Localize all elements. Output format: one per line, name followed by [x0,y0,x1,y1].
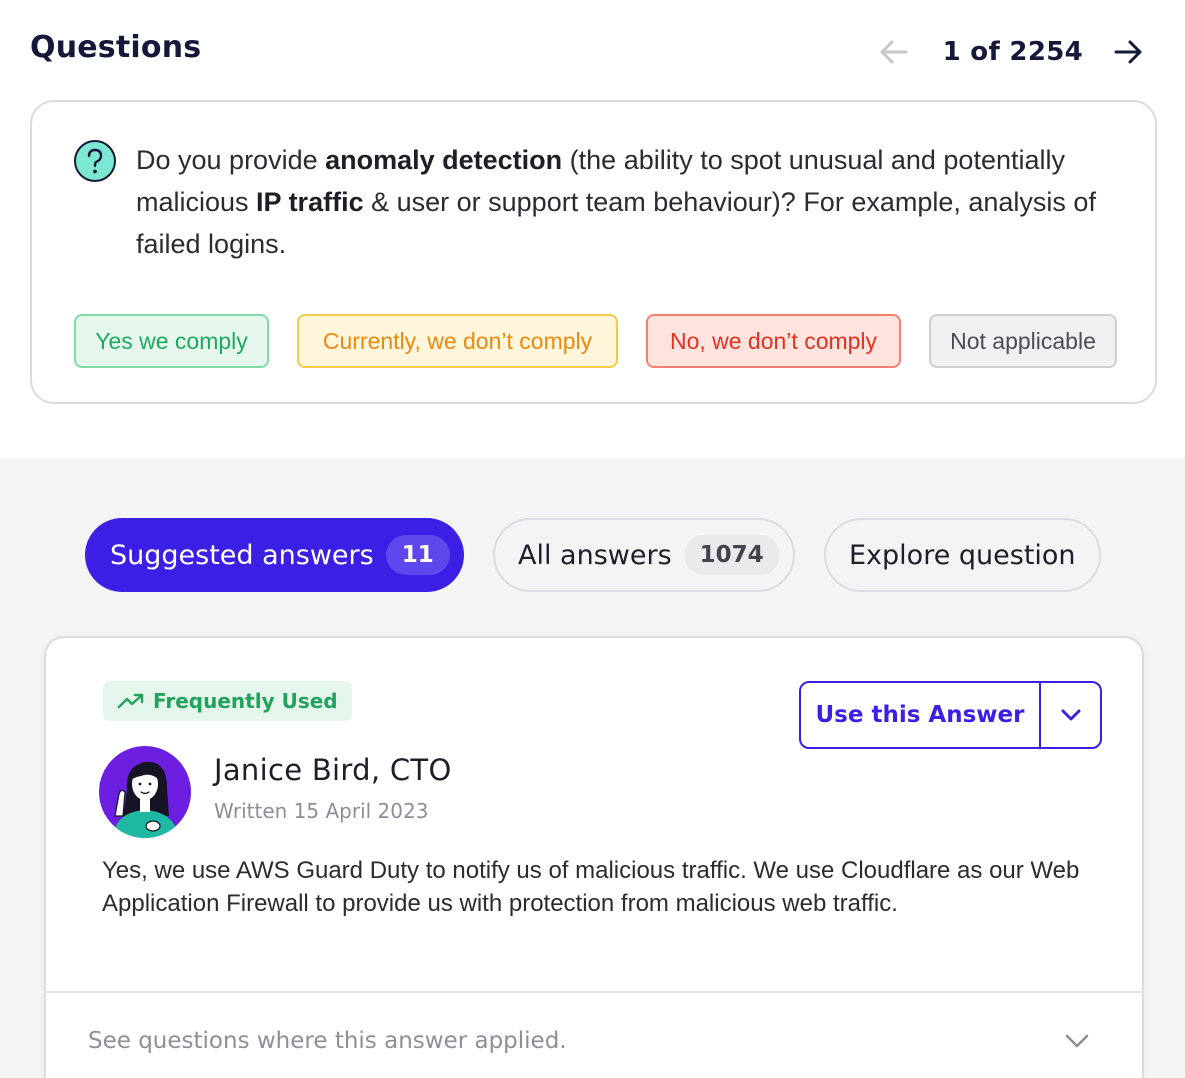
trending-up-icon [117,693,144,709]
not-applicable-button[interactable]: Not applicable [929,314,1117,368]
question-mark-icon [73,139,117,183]
chevron-down-icon [1061,709,1080,721]
use-answer-dropdown[interactable] [1041,683,1100,747]
frequently-used-badge: Frequently Used [103,681,352,721]
page-title: Questions [30,30,202,65]
currently-dont-comply-button[interactable]: Currently, we don’t comply [297,314,618,368]
tab-all-answers[interactable]: All answers 1074 [493,518,795,592]
answer-tabs: Suggested answers 11 All answers 1074 Ex… [85,518,1101,592]
previous-arrow-icon[interactable] [877,35,911,69]
yes-we-comply-button[interactable]: Yes we comply [74,314,269,368]
chevron-down-icon[interactable] [1062,1029,1092,1053]
page: Questions 1 of 2254 Do you provide anoma… [0,0,1185,1078]
avatar [99,746,191,838]
pager: 1 of 2254 [877,34,1145,70]
divider [46,991,1142,993]
compliance-options: Yes we comply Currently, we don’t comply… [74,314,1117,368]
answer-card: Frequently Used Use this Answer Janice B… [44,636,1144,1078]
header: Questions 1 of 2254 [0,0,1185,100]
tab-label: Explore question [849,539,1076,571]
count-badge: 1074 [683,535,780,575]
author-name: Janice Bird, CTO [214,753,452,787]
tab-label: All answers [518,539,672,571]
see-questions-link[interactable]: See questions where this answer applied. [88,1028,567,1054]
next-arrow-icon[interactable] [1111,35,1145,69]
question-text-segment-bold: IP traffic [256,187,364,217]
no-dont-comply-button[interactable]: No, we don’t comply [646,314,901,368]
tab-label: Suggested answers [110,539,374,571]
question-text-segment: Do you provide [136,145,326,175]
answer-body: Yes, we use AWS Guard Duty to notify us … [102,857,1080,917]
use-answer-split-button: Use this Answer [799,681,1102,749]
tab-explore-question[interactable]: Explore question [824,518,1101,592]
answers-section: Suggested answers 11 All answers 1074 Ex… [0,458,1185,1078]
pager-counter: 1 of 2254 [942,37,1083,67]
question-card: Do you provide anomaly detection (the ab… [30,100,1157,404]
use-this-answer-button[interactable]: Use this Answer [801,683,1041,747]
count-badge: 11 [385,535,450,575]
badge-label: Frequently Used [153,689,338,713]
written-date: Written 15 April 2023 [214,799,429,823]
tab-suggested-answers[interactable]: Suggested answers 11 [85,518,464,592]
question-text: Do you provide anomaly detection (the ab… [136,139,1126,265]
question-text-segment-bold: anomaly detection [325,145,563,175]
